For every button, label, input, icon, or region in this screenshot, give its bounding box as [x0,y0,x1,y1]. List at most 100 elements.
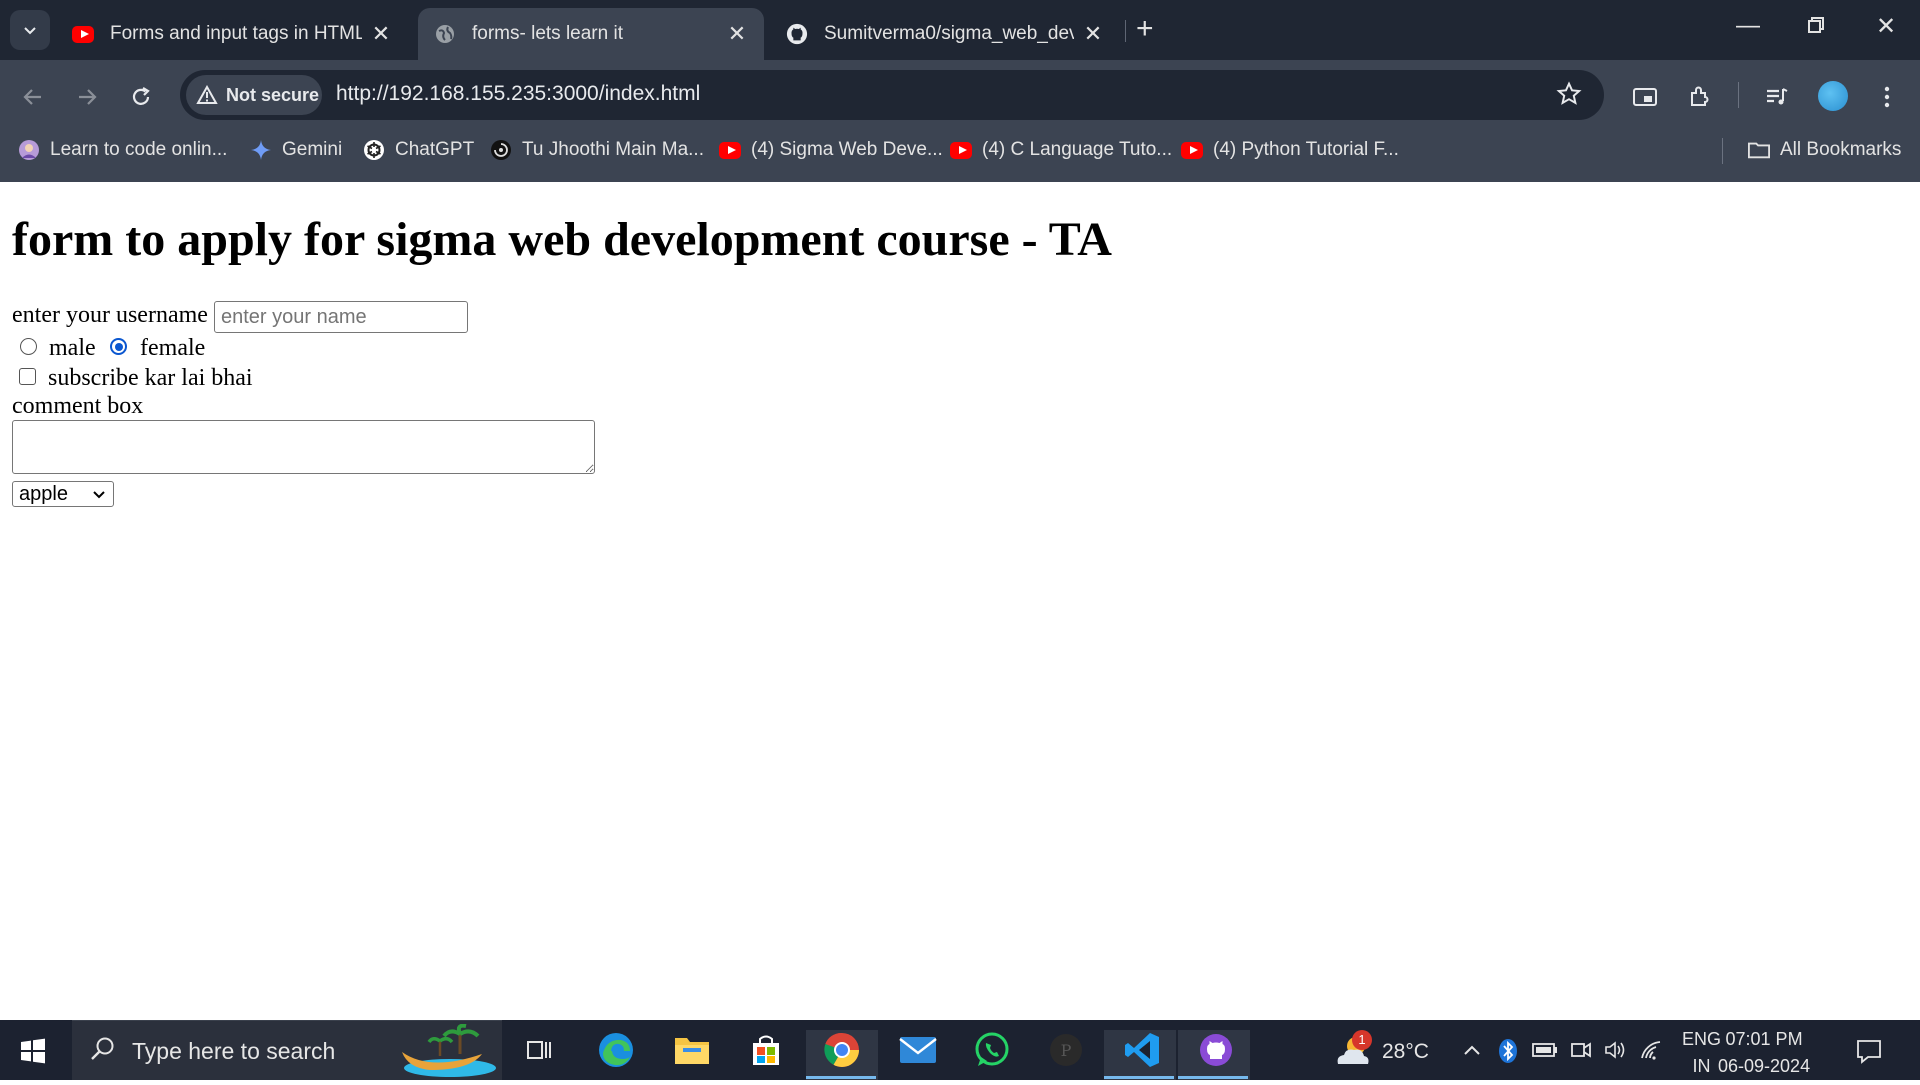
bookmark-label: Gemini [282,139,343,160]
mail-icon[interactable] [896,1030,940,1070]
restore-icon [1808,17,1824,33]
tab-search-button[interactable] [10,10,50,50]
chrome-active-indicator [806,1076,876,1079]
folder-icon [1748,139,1770,161]
select-value: apple [19,482,68,505]
chrome-icon[interactable] [820,1030,864,1070]
more-menu-icon[interactable] [1870,80,1904,114]
chevron-down-icon [93,491,105,499]
wifi-icon[interactable] [1640,1040,1664,1065]
github-desktop-icon[interactable] [1194,1030,1238,1070]
restore-button[interactable] [1796,12,1836,41]
meet-now-icon[interactable] [1570,1040,1592,1065]
youtube-icon [950,139,972,161]
weather-badge: 1 [1352,1030,1372,1050]
bookmark-label: Learn to code onlin... [50,139,228,160]
security-chip[interactable]: Not secure [186,75,322,115]
bookmark-label: Tu Jhoothi Main Ma... [522,139,704,160]
bookmark-chatgpt[interactable]: ChatGPT [363,136,474,164]
extensions-icon[interactable] [1683,80,1717,114]
language-indicator[interactable]: ENG IN [1682,1026,1721,1080]
username-label: enter your username [12,302,208,328]
arrow-right-icon [79,89,97,105]
avatar-icon [18,139,40,161]
vscode-icon[interactable] [1120,1030,1164,1070]
tab-title: forms- lets learn it [472,23,623,44]
bookmark-label: ChatGPT [395,139,475,160]
fruit-select[interactable]: apple [12,481,114,507]
clock-date: 06-09-2024 [1718,1056,1811,1076]
radio-label-female: female [140,335,206,361]
app-icon[interactable]: P [1044,1030,1088,1070]
bookmark-label: (4) C Language Tuto... [982,139,1173,160]
picture-in-picture-icon[interactable] [1628,80,1662,114]
security-label: Not secure [226,84,320,105]
whatsapp-icon[interactable] [970,1030,1014,1070]
language-bottom: IN [1692,1056,1711,1076]
gender-radio-female[interactable] [110,338,127,355]
all-bookmarks-label: All Bookmarks [1780,139,1902,160]
username-input[interactable] [214,301,468,333]
comment-textarea[interactable] [12,420,595,474]
youtube-icon [1181,139,1203,161]
bookmark-c-language[interactable]: (4) C Language Tuto... [950,136,1172,164]
close-tab-icon[interactable]: ✕ [1082,21,1104,47]
search-icon [90,1036,116,1067]
bookmark-label: (4) Sigma Web Deve... [751,139,943,160]
tab-title: Forms and input tags in HTML | [110,23,362,44]
search-placeholder: Type here to search [132,1038,336,1064]
task-view-icon[interactable] [518,1030,562,1070]
tab-forms-input-tags[interactable]: Forms and input tags in HTML | ✕ [56,8,408,60]
clock-time: 07:01 PM [1725,1029,1803,1049]
close-tab-icon[interactable]: ✕ [726,21,748,47]
windows-start-icon[interactable] [20,1038,46,1069]
url-text[interactable]: http://192.168.155.235:3000/index.html [336,82,700,106]
bluetooth-icon[interactable] [1498,1038,1518,1069]
chevron-up-icon[interactable] [1462,1042,1482,1063]
minimize-button[interactable]: — [1728,12,1768,40]
close-tab-icon[interactable]: ✕ [370,21,392,47]
microsoft-store-icon[interactable] [744,1030,788,1070]
notification-icon[interactable] [1856,1038,1882,1069]
clock[interactable]: 07:01 PM 06-09-2024 [1718,1026,1810,1080]
bookmark-star-icon[interactable] [1556,81,1582,112]
tab-title: Sumitverma0/sigma_web_dev: | [824,23,1074,44]
gender-radio-male[interactable] [20,338,37,355]
youtube-icon [719,139,741,161]
media-controls-icon[interactable] [1760,80,1794,114]
tab-github-sigma-web-dev[interactable]: Sumitverma0/sigma_web_dev: | ✕ [770,8,1120,60]
file-explorer-icon[interactable] [670,1030,714,1070]
profile-avatar[interactable] [1818,81,1848,111]
forward-button[interactable] [70,80,104,114]
close-window-button[interactable]: ✕ [1866,12,1906,41]
github-desktop-active-indicator [1178,1076,1248,1079]
bookmark-gemini[interactable]: Gemini [250,136,342,164]
weather-temperature[interactable]: 28°C [1382,1040,1429,1064]
reload-button[interactable] [124,80,158,114]
new-tab-button[interactable]: + [1136,14,1154,44]
battery-icon[interactable] [1532,1042,1558,1063]
bookmark-tu-jhoothi[interactable]: Tu Jhoothi Main Ma... [490,136,704,164]
bookmark-sigma-web-dev[interactable]: (4) Sigma Web Deve... [719,136,943,164]
bookmark-learn-to-code[interactable]: Learn to code onlin... [18,136,227,164]
bookmarks-separator [1722,138,1723,164]
back-button[interactable] [16,80,50,114]
arrow-left-icon [23,89,41,105]
language-top: ENG [1682,1029,1722,1049]
page-heading: form to apply for sigma web development … [12,213,1112,266]
bookmark-python-tutorial[interactable]: (4) Python Tutorial F... [1181,136,1399,164]
chatgpt-icon [363,139,385,161]
page-content: form to apply for sigma web development … [0,182,1920,1020]
all-bookmarks-button[interactable]: All Bookmarks [1748,136,1901,164]
comment-label: comment box [12,393,144,419]
warning-icon [196,85,218,104]
gemini-icon [250,139,272,161]
subscribe-checkbox[interactable] [19,368,36,385]
vscode-active-indicator [1104,1076,1174,1079]
speaker-icon[interactable] [1604,1040,1628,1065]
bookmark-label: (4) Python Tutorial F... [1213,139,1399,160]
tab-forms-lets-learn[interactable]: forms- lets learn it ✕ [418,8,764,60]
edge-icon[interactable] [594,1030,638,1070]
chevron-down-icon [24,27,36,35]
github-icon [786,23,808,45]
